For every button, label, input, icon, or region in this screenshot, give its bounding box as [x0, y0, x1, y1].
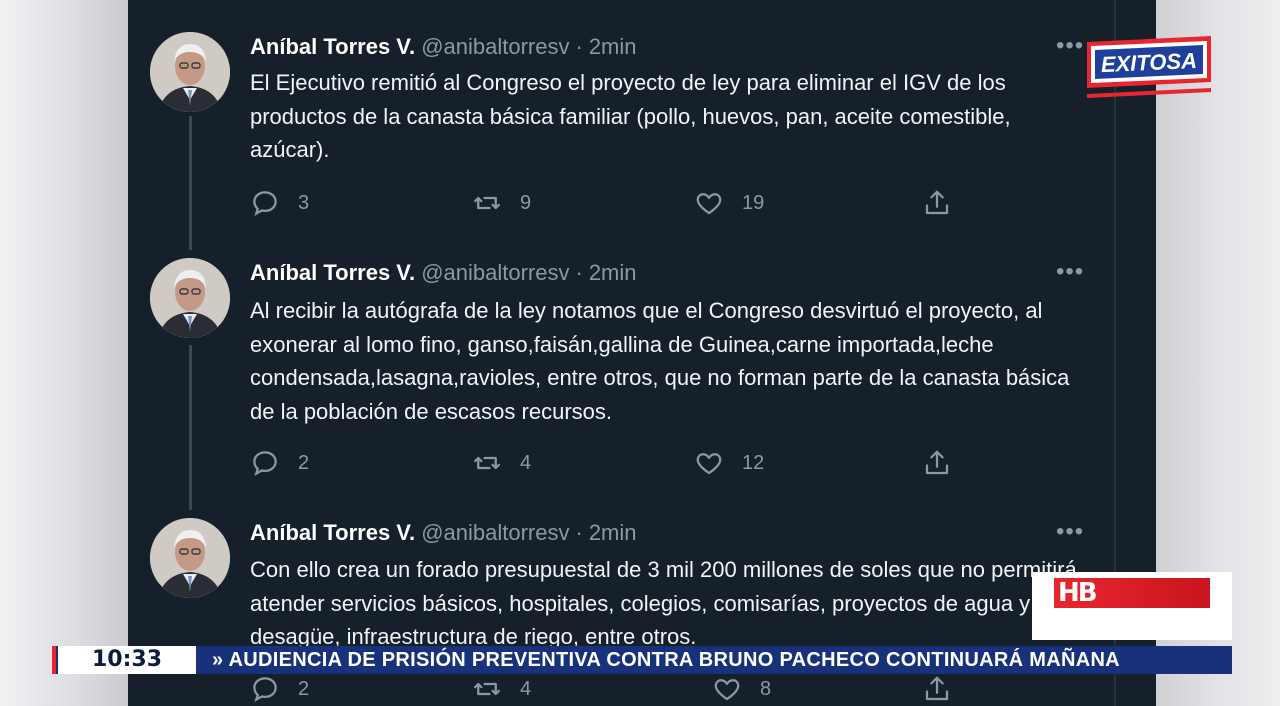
exitosa-logo-text: EXITOSA — [1100, 48, 1197, 77]
avatar-image — [150, 258, 230, 338]
tweet[interactable]: Aníbal Torres V. @anibaltorresv · 2min •••… — [128, 258, 1114, 498]
twitter-thread-panel: Aníbal Torres V. @anibaltorresv · 2min •••… — [128, 0, 1156, 706]
retweet-icon — [474, 196, 500, 210]
left-background — [0, 0, 128, 706]
separator: · — [575, 260, 583, 285]
share-icon — [925, 676, 949, 701]
more-options-icon[interactable]: ••• — [1056, 34, 1084, 58]
tweet-time[interactable]: 2min — [589, 34, 637, 59]
like-button[interactable]: 19 — [694, 186, 764, 220]
channel-badge-bar: HB — [1054, 578, 1210, 608]
share-icon — [925, 450, 949, 475]
tweet-actions: 2 4 8 — [250, 672, 970, 706]
reply-count: 2 — [298, 451, 310, 474]
tweet[interactable]: Aníbal Torres V. @anibaltorresv · 2min •••… — [128, 32, 1114, 242]
reply-icon — [253, 677, 277, 703]
tweet-header: Aníbal Torres V. @anibaltorresv · 2min — [250, 32, 637, 62]
author-name[interactable]: Aníbal Torres V. — [250, 260, 415, 285]
reply-icon — [253, 451, 277, 477]
tweet-header: Aníbal Torres V. @anibaltorresv · 2min — [250, 518, 637, 548]
reply-button[interactable]: 2 — [250, 446, 309, 480]
separator: · — [575, 34, 583, 59]
like-button[interactable]: 8 — [712, 672, 771, 706]
like-count: 19 — [742, 191, 765, 214]
channel-badge: HB — [1032, 572, 1232, 640]
ticker-accent — [52, 646, 56, 674]
retweet-count: 4 — [520, 451, 532, 474]
reply-icon — [253, 191, 277, 217]
retweet-icon — [474, 456, 500, 470]
tweet[interactable]: Aníbal Torres V. @anibaltorresv · 2min •••… — [128, 518, 1114, 706]
retweet-count: 9 — [520, 191, 532, 214]
like-count: 8 — [760, 677, 772, 700]
avatar[interactable] — [150, 32, 230, 112]
tweet-actions: 2 4 12 — [250, 446, 970, 480]
heart-icon — [696, 193, 722, 215]
reply-count: 3 — [298, 191, 310, 214]
retweet-icon — [474, 682, 500, 696]
retweet-button[interactable]: 4 — [472, 446, 531, 480]
like-count: 12 — [742, 451, 765, 474]
share-button[interactable] — [922, 672, 952, 706]
share-button[interactable] — [922, 446, 952, 480]
like-button[interactable]: 12 — [694, 446, 764, 480]
tweet-text: Con ello crea un forado presupuestal de … — [250, 557, 1077, 649]
tweet-text: Al recibir la autógrafa de la ley notamo… — [250, 298, 1070, 424]
heart-icon — [696, 453, 722, 475]
avatar[interactable] — [150, 518, 230, 598]
channel-badge-text: HB — [1058, 578, 1098, 608]
ticker-headline: » AUDIENCIA DE PRISIÓN PREVENTIVA CONTRA… — [212, 649, 1120, 671]
author-name[interactable]: Aníbal Torres V. — [250, 520, 415, 545]
avatar-image — [150, 32, 230, 112]
author-name[interactable]: Aníbal Torres V. — [250, 34, 415, 59]
separator: · — [575, 520, 583, 545]
share-icon — [925, 190, 949, 215]
heart-icon — [714, 679, 740, 701]
more-options-icon[interactable]: ••• — [1056, 520, 1084, 544]
reply-count: 2 — [298, 677, 310, 700]
tweet-time[interactable]: 2min — [589, 260, 637, 285]
share-button[interactable] — [922, 186, 952, 220]
author-handle[interactable]: @anibaltorresv — [421, 260, 569, 285]
retweet-button[interactable]: 9 — [472, 186, 531, 220]
reply-button[interactable]: 2 — [250, 672, 309, 706]
retweet-count: 4 — [520, 677, 532, 700]
tweet-header: Aníbal Torres V. @anibaltorresv · 2min — [250, 258, 637, 288]
reply-button[interactable]: 3 — [250, 186, 309, 220]
exitosa-logo-shape: EXITOSA — [1087, 36, 1211, 98]
retweet-button[interactable]: 4 — [472, 672, 531, 706]
more-options-icon[interactable]: ••• — [1056, 260, 1084, 284]
tweet-text: El Ejecutivo remitió al Congreso el proy… — [250, 70, 1011, 162]
author-handle[interactable]: @anibaltorresv — [421, 34, 569, 59]
exitosa-logo: EXITOSA — [1085, 36, 1213, 102]
author-handle[interactable]: @anibaltorresv — [421, 520, 569, 545]
avatar[interactable] — [150, 258, 230, 338]
ticker-clock: 10:33 — [58, 646, 196, 674]
tweet-time[interactable]: 2min — [589, 520, 637, 545]
tweet-actions: 3 9 19 — [250, 186, 970, 220]
avatar-image — [150, 518, 230, 598]
news-ticker: 10:33 » AUDIENCIA DE PRISIÓN PREVENTIVA … — [52, 646, 1232, 674]
